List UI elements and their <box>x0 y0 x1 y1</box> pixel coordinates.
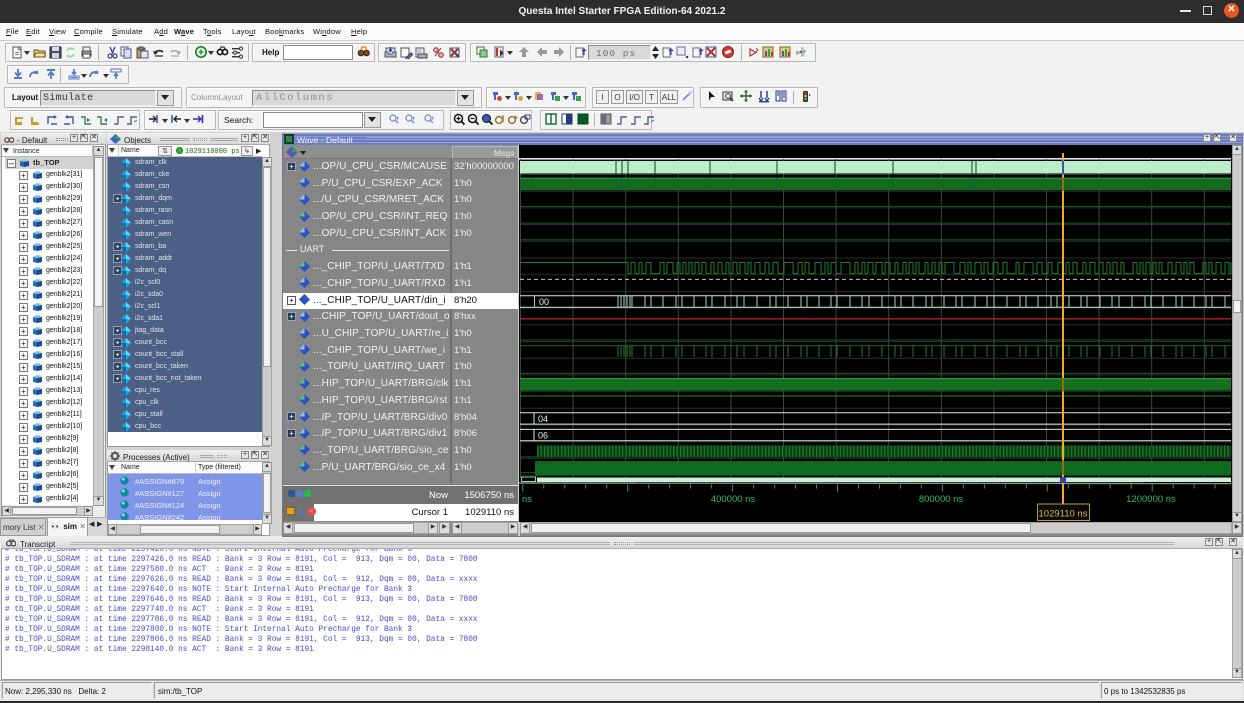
svg-text:00: 00 <box>539 297 549 307</box>
svg-text:0 ns: 0 ns <box>514 494 532 505</box>
svg-text:400000 ns: 400000 ns <box>711 494 756 505</box>
svg-text:1200000 ns: 1200000 ns <box>1126 494 1176 505</box>
svg-text:06: 06 <box>538 431 548 441</box>
svg-text:1029110 ns: 1029110 ns <box>1039 509 1088 520</box>
svg-text:04: 04 <box>538 414 548 424</box>
svg-text:800000 ns: 800000 ns <box>919 494 964 505</box>
